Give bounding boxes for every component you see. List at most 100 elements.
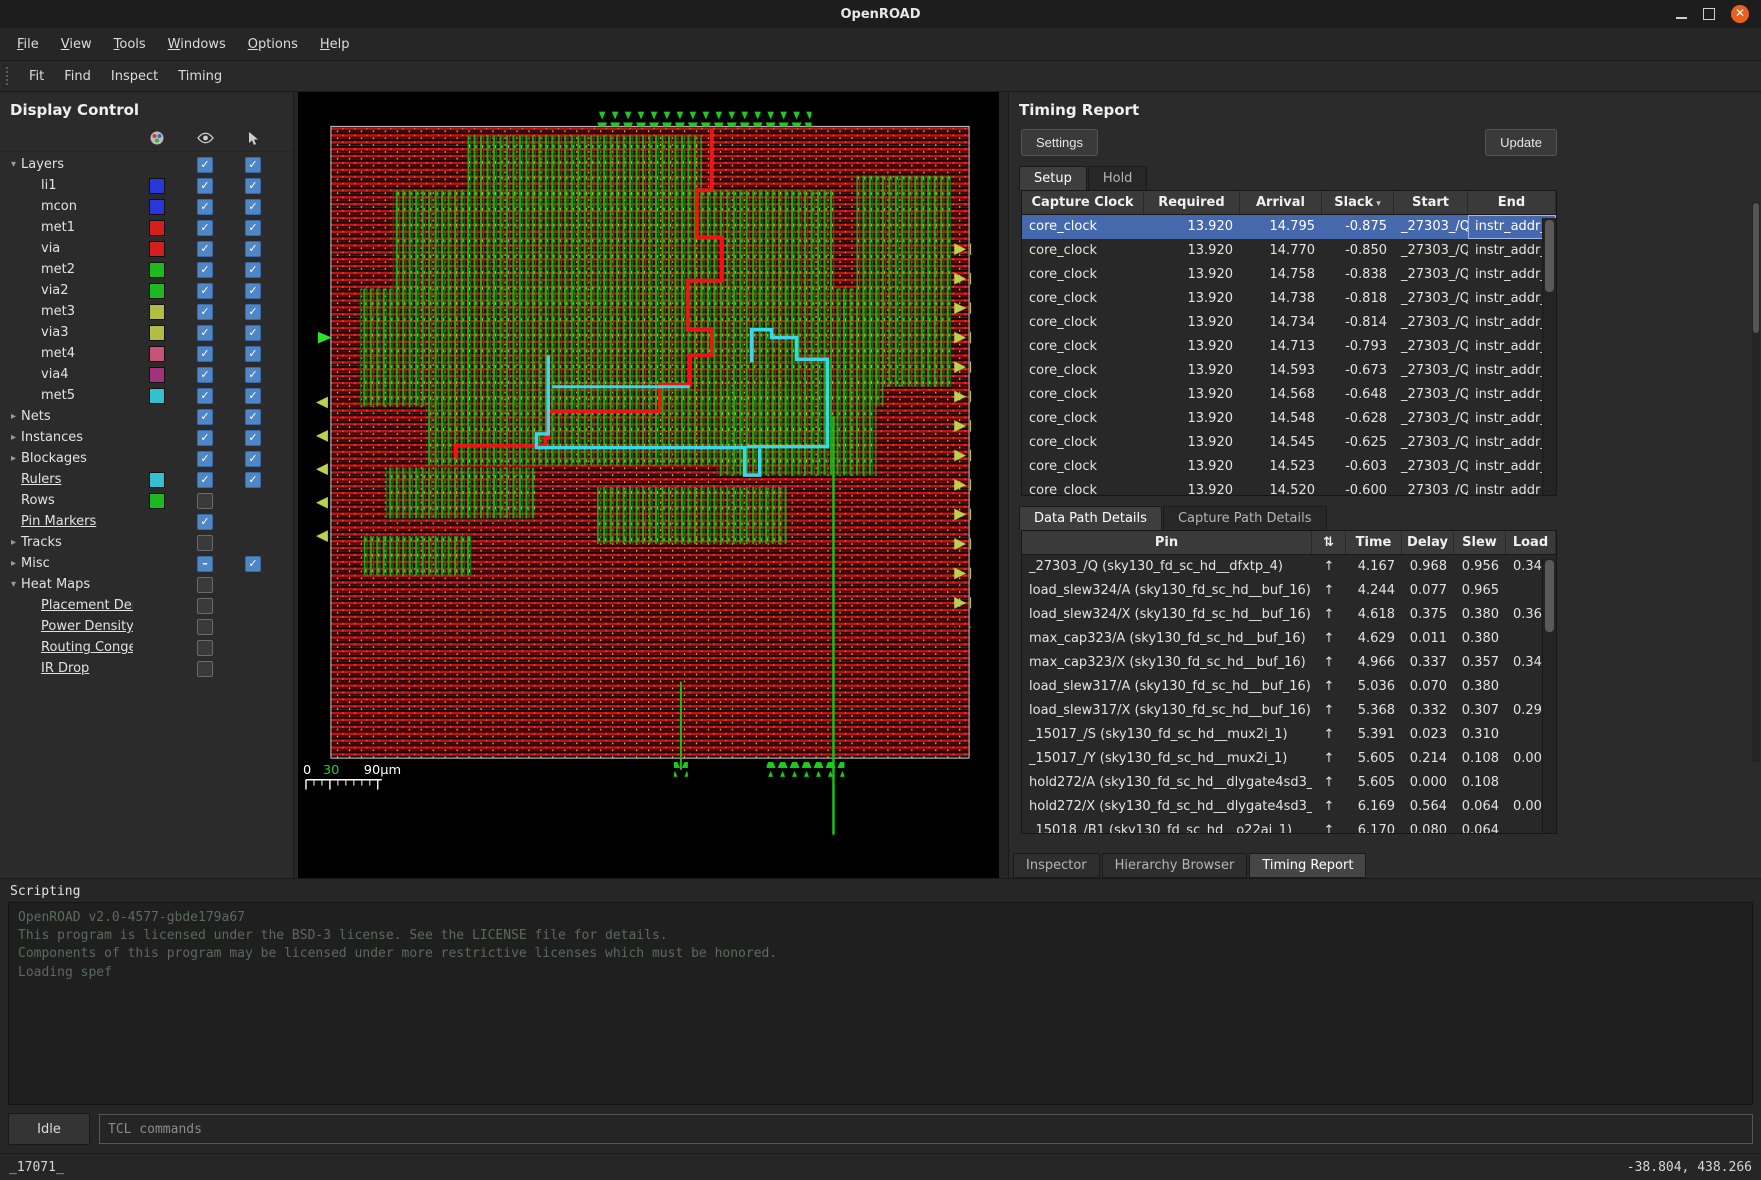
column-header-load[interactable]: Load	[1506, 531, 1556, 554]
visibility-checkbox[interactable]: ✓	[197, 451, 213, 467]
visibility-checkbox[interactable]: ✓	[197, 262, 213, 278]
column-header-start[interactable]: Start	[1394, 191, 1468, 214]
menu-file[interactable]: File	[6, 32, 50, 57]
visibility-checkbox[interactable]: ✓	[197, 304, 213, 320]
toolbar-fit[interactable]: Fit	[19, 65, 54, 88]
update-button[interactable]: Update	[1485, 129, 1557, 156]
column-header-delay[interactable]: Delay	[1402, 531, 1454, 554]
tree-item-pin-markers[interactable]: Pin Markers✓	[0, 511, 293, 532]
tree-item-placement-density[interactable]: Placement Density	[0, 595, 293, 616]
titlebar[interactable]: OpenROAD ✕	[0, 0, 1761, 28]
selectable-checkbox[interactable]: ✓	[245, 178, 261, 194]
tab-data-path-details[interactable]: Data Path Details	[1019, 506, 1162, 530]
tree-item-nets[interactable]: ▸Nets✓✓	[0, 406, 293, 427]
layer-color-swatch[interactable]	[149, 178, 165, 194]
tree-item-power-density[interactable]: Power Density	[0, 616, 293, 637]
timing-path-row[interactable]: core_clock13.92014.738-0.818_27303_/Qins…	[1022, 287, 1556, 311]
tree-item-routing-congesti[interactable]: Routing Congesti...	[0, 637, 293, 658]
menu-help[interactable]: Help	[309, 32, 361, 57]
visibility-checkbox[interactable]: ✓	[197, 157, 213, 173]
menu-options[interactable]: Options	[237, 32, 309, 57]
layout-viewport[interactable]: 0 30 90μm	[298, 92, 999, 878]
timing-path-row[interactable]: core_clock13.92014.568-0.648_27303_/Qins…	[1022, 383, 1556, 407]
column-header-required[interactable]: Required	[1144, 191, 1240, 214]
visibility-checkbox[interactable]: ✓	[197, 430, 213, 446]
path-detail-row[interactable]: _15017_/S (sky130_fd_sc_hd__mux2i_1)↑5.3…	[1022, 723, 1556, 747]
layer-color-swatch[interactable]	[149, 220, 165, 236]
expander-icon[interactable]: ▸	[6, 411, 21, 422]
tree-item-heat-maps[interactable]: ▾Heat Maps	[0, 574, 293, 595]
timing-path-row[interactable]: core_clock13.92014.523-0.603_27303_/Qins…	[1022, 455, 1556, 479]
path-detail-row[interactable]: load_slew324/X (sky130_fd_sc_hd__buf_16)…	[1022, 603, 1556, 627]
selectable-checkbox[interactable]: ✓	[245, 241, 261, 257]
visibility-checkbox[interactable]: ✓	[197, 388, 213, 404]
visibility-checkbox[interactable]	[197, 640, 213, 656]
timing-path-row[interactable]: core_clock13.92014.795-0.875_27303_/Qins…	[1022, 215, 1556, 239]
panel-scrollbar-thumb[interactable]	[1753, 203, 1759, 333]
column-header-capture-clock[interactable]: Capture Clock	[1022, 191, 1144, 214]
selectable-checkbox[interactable]: ✓	[245, 430, 261, 446]
selectable-checkbox[interactable]: ✓	[245, 409, 261, 425]
visibility-checkbox[interactable]: ✓	[197, 283, 213, 299]
visibility-checkbox[interactable]: ✓	[197, 472, 213, 488]
selectable-checkbox[interactable]: ✓	[245, 304, 261, 320]
path-detail-row[interactable]: load_slew324/A (sky130_fd_sc_hd__buf_16)…	[1022, 579, 1556, 603]
timing-path-row[interactable]: core_clock13.92014.548-0.628_27303_/Qins…	[1022, 407, 1556, 431]
minimize-icon[interactable]	[1676, 17, 1687, 19]
visibility-checkbox[interactable]: ✓	[197, 514, 213, 530]
path-table-scrollbar-thumb[interactable]	[1545, 560, 1554, 632]
tree-item-layers[interactable]: ▾Layers✓✓	[0, 154, 293, 175]
tree-item-via3[interactable]: via3✓✓	[0, 322, 293, 343]
dock-tab-inspector[interactable]: Inspector	[1013, 853, 1100, 878]
visibility-checkbox[interactable]: ✓	[197, 220, 213, 236]
scripting-console[interactable]: OpenROAD v2.0-4577-gbde179a67This progra…	[8, 902, 1753, 1105]
dock-tab-hierarchy-browser[interactable]: Hierarchy Browser	[1102, 853, 1248, 878]
timing-path-row[interactable]: core_clock13.92014.758-0.838_27303_/Qins…	[1022, 263, 1556, 287]
selectable-checkbox[interactable]: ✓	[245, 388, 261, 404]
selectable-checkbox[interactable]: ✓	[245, 325, 261, 341]
tab-setup[interactable]: Setup	[1019, 166, 1087, 190]
selectable-checkbox[interactable]: ✓	[245, 220, 261, 236]
expander-icon[interactable]: ▾	[6, 159, 21, 170]
layer-color-swatch[interactable]	[149, 367, 165, 383]
panel-scrollbar[interactable]	[1752, 202, 1760, 762]
tree-item-instances[interactable]: ▸Instances✓✓	[0, 427, 293, 448]
selectable-checkbox[interactable]: ✓	[245, 451, 261, 467]
path-detail-row[interactable]: hold272/A (sky130_fd_sc_hd__dlygate4sd3_…	[1022, 771, 1556, 795]
layer-color-swatch[interactable]	[149, 283, 165, 299]
visibility-checkbox[interactable]: ✓	[197, 199, 213, 215]
timing-path-row[interactable]: core_clock13.92014.520-0.600_27303_/Qins…	[1022, 479, 1556, 496]
selectable-checkbox[interactable]: ✓	[245, 346, 261, 362]
column-header-arrival[interactable]: Arrival	[1240, 191, 1322, 214]
tree-item-ir-drop[interactable]: IR Drop	[0, 658, 293, 679]
column-header-pin[interactable]: Pin	[1022, 531, 1312, 554]
dock-tab-timing-report[interactable]: Timing Report	[1249, 853, 1366, 878]
visibility-checkbox[interactable]	[197, 598, 213, 614]
expander-icon[interactable]: ▾	[6, 579, 21, 590]
path-detail-row[interactable]: max_cap323/X (sky130_fd_sc_hd__buf_16)↑4…	[1022, 651, 1556, 675]
visibility-checkbox[interactable]: ✓	[197, 325, 213, 341]
tree-item-misc[interactable]: ▸Misc–✓	[0, 553, 293, 574]
tree-item-met4[interactable]: met4✓✓	[0, 343, 293, 364]
timing-path-row[interactable]: core_clock13.92014.770-0.850_27303_/Qins…	[1022, 239, 1556, 263]
layer-color-swatch[interactable]	[149, 325, 165, 341]
column-header-icon[interactable]: ⇅	[1312, 531, 1346, 554]
timing-path-row[interactable]: core_clock13.92014.593-0.673_27303_/Qins…	[1022, 359, 1556, 383]
path-table-scrollbar[interactable]	[1542, 558, 1556, 833]
visibility-checkbox[interactable]: –	[197, 556, 213, 572]
tree-item-via4[interactable]: via4✓✓	[0, 364, 293, 385]
tree-item-met3[interactable]: met3✓✓	[0, 301, 293, 322]
path-detail-row[interactable]: _15017_/Y (sky130_fd_sc_hd__mux2i_1)↑5.6…	[1022, 747, 1556, 771]
layer-color-swatch[interactable]	[149, 304, 165, 320]
visibility-checkbox[interactable]	[197, 493, 213, 509]
visibility-checkbox[interactable]: ✓	[197, 241, 213, 257]
tree-item-li1[interactable]: li1✓✓	[0, 175, 293, 196]
column-header-slew[interactable]: Slew	[1454, 531, 1506, 554]
timing-path-row[interactable]: core_clock13.92014.545-0.625_27303_/Qins…	[1022, 431, 1556, 455]
setup-table-scrollbar-thumb[interactable]	[1545, 220, 1554, 292]
layer-color-swatch[interactable]	[149, 262, 165, 278]
visibility-checkbox[interactable]: ✓	[197, 409, 213, 425]
visibility-checkbox[interactable]: ✓	[197, 178, 213, 194]
layer-color-swatch[interactable]	[149, 493, 165, 509]
selectable-checkbox[interactable]: ✓	[245, 262, 261, 278]
